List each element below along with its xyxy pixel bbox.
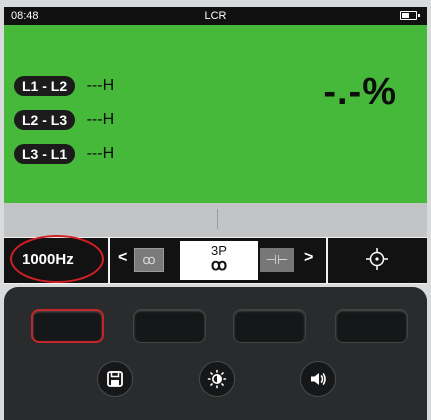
phase-pair-label: L3 - L1 (14, 144, 76, 164)
selected-mode[interactable]: 3P ꝏ (180, 241, 258, 280)
reading-row: L1 - L2 ---H (14, 76, 114, 98)
battery-icon (400, 11, 420, 20)
save-button[interactable] (97, 361, 133, 397)
phase-pair-label: L1 - L2 (14, 76, 76, 96)
function-key-4[interactable] (335, 309, 408, 343)
chevron-left-icon[interactable]: < (118, 249, 127, 267)
inductance-value: ---H (86, 77, 115, 94)
function-key-1[interactable] (31, 309, 104, 343)
mode-selector[interactable]: < ꝏ 3P ꝏ ⊣⊢ > (110, 238, 326, 283)
function-key-3[interactable] (233, 309, 306, 343)
selected-mode-label: 3P (211, 243, 227, 258)
save-icon (107, 371, 123, 387)
volume-icon (311, 373, 326, 385)
mode-title: LCR (204, 10, 227, 22)
status-bar: 08:48 LCR (4, 7, 427, 25)
reading-row: L2 - L3 ---H (14, 110, 114, 132)
highlight-circle (10, 235, 104, 283)
function-key-2[interactable] (133, 309, 206, 343)
inductance-value: ---H (86, 111, 115, 128)
reading-row: L3 - L1 ---H (14, 144, 114, 166)
keypad (4, 287, 427, 420)
capacitor-icon[interactable]: ⊣⊢ (260, 248, 294, 272)
target-softkey[interactable] (328, 238, 427, 283)
brightness-icon (207, 369, 227, 389)
coil-icon: ꝏ (210, 257, 228, 274)
lcr-meter: 08:48 LCR L1 - L2 ---H L2 - L3 ---H L3 -… (0, 0, 431, 420)
divider (217, 209, 218, 229)
chevron-right-icon[interactable]: > (304, 249, 313, 267)
brightness-button[interactable] (199, 361, 235, 397)
measurement-panel: L1 - L2 ---H L2 - L3 ---H L3 - L1 ---H -… (4, 25, 427, 203)
coil-icon[interactable]: ꝏ (134, 248, 164, 272)
info-strip (4, 203, 427, 237)
crosshair-icon (366, 248, 388, 270)
imbalance-percent: -.-% (323, 71, 397, 113)
inductance-value: ---H (86, 145, 115, 162)
volume-button[interactable] (300, 361, 336, 397)
phase-pair-label: L2 - L3 (14, 110, 76, 130)
